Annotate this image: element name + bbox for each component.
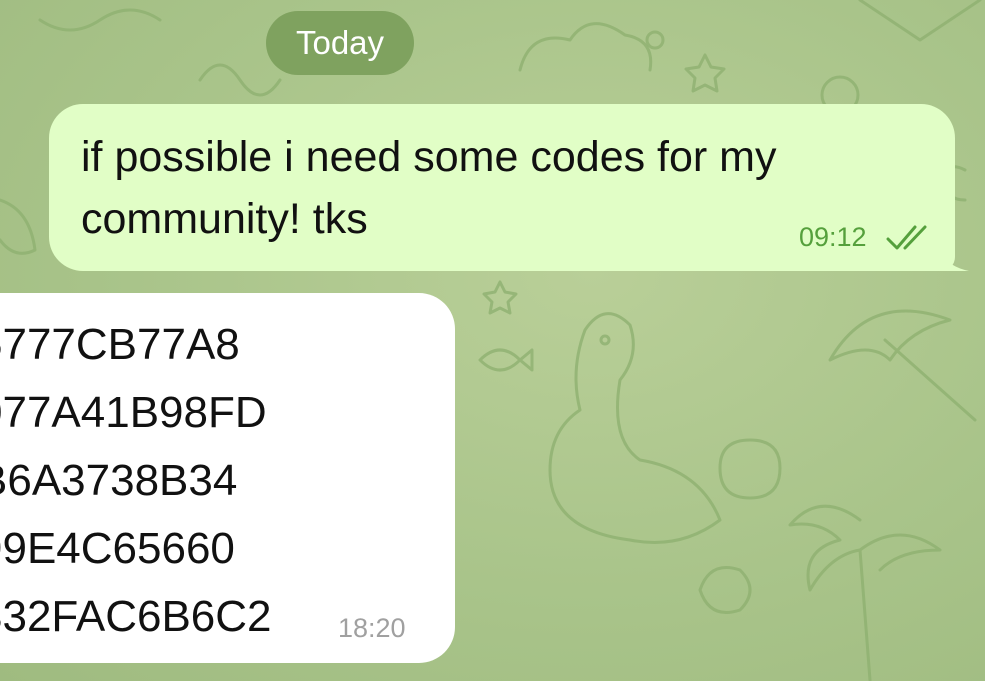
code-line: B6A3738B34 xyxy=(0,456,238,505)
shell-doodle xyxy=(698,566,752,614)
leaf-doodle xyxy=(0,198,37,255)
message-time: 09:12 xyxy=(799,222,867,252)
dinosaur-doodle xyxy=(548,312,722,544)
date-separator: Today xyxy=(266,11,414,75)
squiggle-doodle xyxy=(198,63,282,97)
eye-doodle xyxy=(599,334,611,346)
dot-doodle xyxy=(645,30,665,50)
code-line: 077A41B98FD xyxy=(0,388,267,437)
code-line: 99E4C65660 xyxy=(0,524,235,573)
tomato-doodle xyxy=(718,438,782,500)
message-time: 18:20 xyxy=(338,613,406,643)
squiggle-doodle xyxy=(38,8,162,32)
umbrella-doodle xyxy=(828,309,977,422)
code-list: 5777CB77A8 077A41B98FD B6A3738B34 99E4C6… xyxy=(0,311,272,651)
palm-tree-doodle xyxy=(788,504,942,681)
bubble-tail xyxy=(939,243,969,271)
double-check-icon xyxy=(886,225,927,250)
code-line: 332FAC6B6C2 xyxy=(0,592,272,641)
star-doodle xyxy=(684,53,726,93)
fish-doodle xyxy=(478,348,534,372)
outgoing-message-bubble[interactable]: if possible i need some codes for my com… xyxy=(49,104,969,271)
cloud-doodle xyxy=(518,22,653,72)
code-line: 5777CB77A8 xyxy=(0,320,240,369)
cake-doodle xyxy=(858,0,982,42)
star-doodle xyxy=(482,280,518,315)
incoming-message-bubble[interactable]: 5777CB77A8 077A41B98FD B6A3738B34 99E4C6… xyxy=(0,293,455,663)
